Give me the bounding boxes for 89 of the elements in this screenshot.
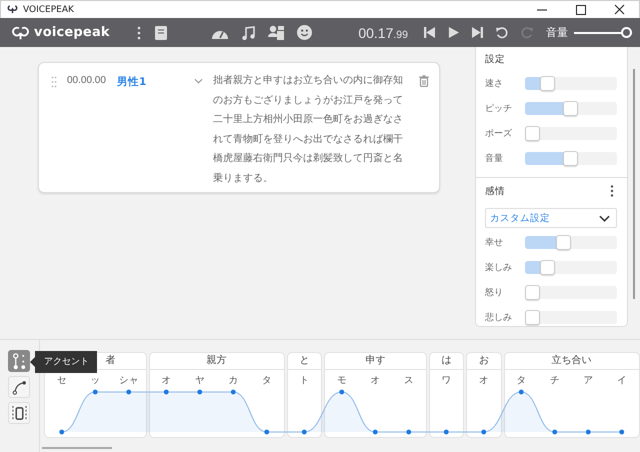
pitch-point[interactable] [518, 390, 524, 394]
mora-label: オ [478, 374, 490, 387]
slider[interactable] [524, 77, 617, 90]
person-board-icon[interactable] [268, 25, 284, 40]
timestamp: 00.00.00 [67, 75, 106, 86]
undo-icon[interactable] [496, 26, 508, 38]
mora-label: タ [260, 374, 273, 387]
pitch-point[interactable] [586, 430, 591, 434]
more-icon[interactable] [610, 185, 614, 197]
preset-dropdown[interactable]: カスタム設定 [484, 208, 617, 228]
word-label[interactable]: は [430, 353, 463, 370]
pitch-point[interactable] [264, 430, 270, 434]
slider-label: 怒り [484, 286, 504, 299]
window-title: VOICEPEAK [23, 4, 74, 14]
slider-label: ポーズ [484, 128, 513, 140]
word-label[interactable]: 申す [325, 353, 426, 370]
slider[interactable] [524, 261, 617, 274]
length-tool-button[interactable] [8, 402, 30, 424]
pitch-point[interactable] [444, 430, 449, 434]
chevron-down-icon[interactable] [194, 78, 203, 84]
slider-thumb[interactable] [621, 27, 632, 38]
pitch-point[interactable] [126, 390, 132, 394]
mora-label: ス [402, 374, 415, 387]
mora-label: ッ [89, 374, 102, 387]
scrollbar[interactable] [42, 447, 112, 449]
skip-back-icon[interactable] [424, 27, 435, 38]
word-label[interactable]: お [467, 353, 500, 370]
mora-label: シャ [118, 374, 140, 387]
pitch-point[interactable] [230, 390, 236, 394]
word-label[interactable]: 立ち合い [504, 353, 638, 370]
slider-label: 音量 [484, 152, 504, 165]
menu-icon[interactable] [136, 26, 142, 40]
section-title: 感情 [484, 185, 505, 198]
mora-label: モ [336, 374, 348, 387]
curve-tool-button[interactable] [8, 376, 30, 398]
mora-label: カ [227, 374, 240, 387]
slider-label: ピッチ [484, 102, 513, 115]
pitch-point[interactable] [164, 390, 169, 394]
trash-icon[interactable] [418, 75, 429, 87]
slider[interactable] [524, 286, 617, 299]
logo-icon [12, 24, 30, 40]
word-label[interactable]: 親方 [150, 353, 284, 370]
script-text[interactable]: 拙者親方と申すはお立ち合いの内に御存知のお方もござりましょうがお江戸を発って二十里上方相州小田原一色町をお過ぎなされて青物町を登りへお出でなさるれば欄干橋虎屋藤右衛門只今は剃髪致して円斎と名乗りまする。 [212, 71, 407, 188]
slider-label: 楽しみ [484, 262, 513, 274]
book-icon[interactable] [154, 26, 167, 40]
pitch-point[interactable] [339, 390, 344, 394]
mora-label: チ [548, 374, 561, 387]
mora-label: ヤ [194, 374, 206, 387]
smiley-icon[interactable] [297, 25, 312, 40]
chevron-down-icon [598, 214, 610, 222]
mora-label: オ [160, 374, 172, 387]
pitch-point[interactable] [406, 430, 412, 434]
pitch-point[interactable] [197, 390, 202, 394]
app-icon [7, 5, 18, 14]
pitch-point[interactable] [372, 430, 378, 434]
slider[interactable] [524, 152, 617, 165]
volume-slider[interactable] [574, 27, 632, 38]
pitch-point[interactable] [619, 430, 624, 434]
mora-label: イ [616, 374, 628, 387]
slider[interactable] [524, 127, 617, 140]
pitch-point[interactable] [552, 430, 558, 434]
pitch-point[interactable] [92, 390, 98, 394]
slider-label: 悲しみ [484, 312, 513, 324]
app-name: voicepeak [34, 25, 110, 40]
slider-label: 幸せ [484, 236, 504, 249]
drag-handle-icon[interactable] [51, 76, 57, 88]
section-title: 設定 [484, 53, 506, 66]
slider[interactable] [524, 311, 617, 324]
mora-label: タ [515, 374, 528, 387]
slider[interactable] [524, 102, 617, 115]
pitch-point[interactable] [59, 430, 64, 434]
skip-forward-icon[interactable] [472, 27, 483, 38]
word-label[interactable]: と [288, 353, 321, 370]
mora-label: ア [582, 374, 594, 387]
slider[interactable] [524, 236, 617, 249]
tooltip: アクセント [30, 351, 97, 373]
scrollbar[interactable] [632, 69, 635, 299]
mora-label: セ [56, 374, 68, 387]
playback-time: 00.17.99 [358, 24, 408, 40]
volume-label: 音量 [546, 25, 568, 40]
narrator-select[interactable]: 男性1 [116, 75, 194, 89]
pitch-point[interactable] [302, 430, 307, 434]
music-note-icon[interactable] [241, 26, 256, 40]
play-icon[interactable] [448, 27, 459, 38]
pitch-point[interactable] [481, 430, 486, 434]
mora-label: ワ [440, 374, 452, 387]
mora-label: オ [369, 374, 382, 387]
mora-label: ト [298, 374, 310, 387]
slider-label: 速さ [484, 78, 504, 90]
